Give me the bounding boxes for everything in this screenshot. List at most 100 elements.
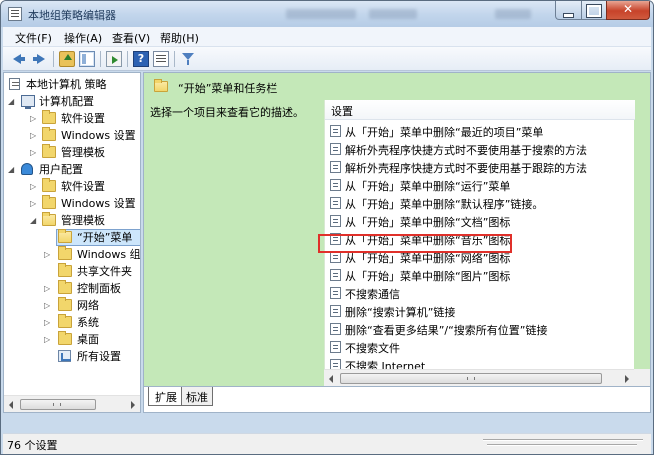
grip-icon <box>53 403 61 406</box>
blurred-region <box>369 9 417 19</box>
blurred-region <box>495 9 531 19</box>
expander-expanded-icon[interactable]: ◢ <box>8 93 18 110</box>
menu-action[interactable]: 操作(A) <box>64 30 102 46</box>
policy-setting-row[interactable]: 解析外壳程序快捷方式时不要使用基于搜索的方法 <box>325 140 635 158</box>
expander-collapsed-icon[interactable]: ▷ <box>44 280 54 297</box>
column-header-setting[interactable]: 设置 <box>325 100 635 120</box>
close-button[interactable]: ✕ <box>606 1 650 20</box>
policy-setting-label: 从「开始」菜单中删除“默认程序”链接。 <box>345 198 544 211</box>
policy-setting-row[interactable]: 删除“查看更多结果”/“搜索所有位置”链接 <box>325 320 635 338</box>
details-pane: “开始”菜单和任务栏 选择一个项目来查看它的描述。 设置 从「开始」菜单中删除“… <box>143 72 651 413</box>
toolbar-separator <box>53 51 54 67</box>
tree-item-start-menu[interactable]: “开始”菜单 <box>44 229 140 246</box>
up-folder-icon[interactable] <box>59 51 75 67</box>
user-icon <box>21 163 33 175</box>
scrollbar-thumb[interactable] <box>20 399 96 410</box>
toolbar-separator <box>100 51 101 67</box>
menu-help[interactable]: 帮助(H) <box>160 30 199 46</box>
scroll-right-icon[interactable] <box>131 401 135 409</box>
policy-setting-row[interactable]: 不搜索文件 <box>325 338 635 356</box>
toolbar-separator <box>174 51 175 67</box>
folder-icon <box>58 280 72 294</box>
policy-setting-row[interactable]: 删除“搜索计算机”链接 <box>325 302 635 320</box>
policy-setting-label: 删除“查看更多结果”/“搜索所有位置”链接 <box>345 324 548 337</box>
policy-setting-row[interactable]: 从「开始」菜单中删除“默认程序”链接。 <box>325 194 635 212</box>
folder-icon <box>42 195 56 209</box>
blurred-region <box>286 9 356 19</box>
policy-setting-row[interactable]: 不搜索通信 <box>325 284 635 302</box>
status-separator <box>487 444 637 446</box>
close-icon: ✕ <box>622 2 634 16</box>
menu-view[interactable]: 查看(V) <box>112 30 150 46</box>
folder-open-icon <box>154 79 168 92</box>
policy-setting-icon <box>330 323 341 335</box>
help-icon[interactable]: ? <box>133 51 149 67</box>
policy-setting-label: 不搜索文件 <box>345 342 400 355</box>
expander-collapsed-icon[interactable]: ▷ <box>30 144 40 161</box>
gpedit-window: 本地组策略编辑器 ✕ 文件(F) 操作(A) 查看(V) 帮助(H) ? 本地计… <box>0 0 654 455</box>
minimize-icon <box>556 8 581 21</box>
show-hide-tree-icon[interactable] <box>79 51 95 67</box>
folder-icon <box>58 331 72 345</box>
policy-setting-row[interactable]: 从「开始」菜单中删除“运行”菜单 <box>325 176 635 194</box>
folder-open-icon <box>42 212 56 226</box>
forward-arrow-icon[interactable] <box>31 51 47 67</box>
policy-setting-row[interactable]: 从「开始」菜单中删除“图片”图标 <box>325 266 635 284</box>
expander-collapsed-icon[interactable]: ▷ <box>44 314 54 331</box>
computer-icon <box>21 95 35 109</box>
details-body: 选择一个项目来查看它的描述。 设置 从「开始」菜单中删除“最近的项目”菜单 解析外… <box>144 100 650 409</box>
expander-expanded-icon[interactable]: ◢ <box>8 161 18 178</box>
menu-file[interactable]: 文件(F) <box>15 30 52 46</box>
folder-icon <box>42 178 56 192</box>
expander-collapsed-icon[interactable]: ▷ <box>30 127 40 144</box>
expander-collapsed-icon[interactable]: ▷ <box>44 297 54 314</box>
folder-icon <box>42 110 56 124</box>
list-horizontal-scrollbar[interactable] <box>324 369 634 386</box>
tab-standard[interactable]: 标准 <box>179 387 213 406</box>
expander-collapsed-icon[interactable]: ▷ <box>44 331 54 348</box>
minimize-button[interactable] <box>555 1 582 20</box>
policy-setting-icon <box>330 143 341 155</box>
scroll-right-icon[interactable] <box>625 375 629 383</box>
policy-setting-icon <box>330 197 341 209</box>
folder-open-icon <box>58 229 72 243</box>
policy-setting-icon <box>330 341 341 353</box>
expander-collapsed-icon[interactable]: ▷ <box>30 110 40 127</box>
folder-icon <box>42 144 56 158</box>
tree-horizontal-scrollbar[interactable] <box>4 395 140 412</box>
status-bar: 76 个设置 <box>3 433 651 454</box>
expander-collapsed-icon[interactable]: ▷ <box>30 178 40 195</box>
expander-expanded-icon[interactable]: ◢ <box>30 212 40 229</box>
scrollbar-corner <box>634 369 650 386</box>
status-separator <box>483 439 643 441</box>
details-title: “开始”菜单和任务栏 <box>178 82 278 95</box>
maximize-button[interactable] <box>581 1 607 20</box>
policy-setting-label: 解析外壳程序快捷方式时不要使用基于跟踪的方法 <box>345 162 587 175</box>
policy-setting-label: 从「开始」菜单中删除“文档”图标 <box>345 216 511 229</box>
tab-extended[interactable]: 扩展 <box>148 387 182 406</box>
folder-icon <box>58 263 72 277</box>
window-title: 本地组策略编辑器 <box>28 9 116 22</box>
properties-icon[interactable] <box>153 51 169 67</box>
scroll-left-icon[interactable] <box>9 401 13 409</box>
toolbar: ? <box>3 47 651 71</box>
title-bar[interactable]: 本地组策略编辑器 ✕ <box>1 1 653 27</box>
expander-collapsed-icon[interactable]: ▷ <box>30 195 40 212</box>
policy-setting-row[interactable]: 从「开始」菜单中删除“最近的项目”菜单 <box>325 122 635 140</box>
policy-setting-icon <box>330 161 341 173</box>
all-settings-icon <box>58 350 71 362</box>
expander-collapsed-icon[interactable]: ▷ <box>44 246 54 263</box>
policy-setting-icon <box>330 215 341 227</box>
policy-setting-row[interactable]: 解析外壳程序快捷方式时不要使用基于跟踪的方法 <box>325 158 635 176</box>
policy-doc-icon <box>9 78 20 90</box>
scroll-left-icon[interactable] <box>329 375 333 383</box>
maximize-icon <box>582 2 606 20</box>
policy-setting-row[interactable]: 从「开始」菜单中删除“文档”图标 <box>325 212 635 230</box>
folder-icon <box>42 127 56 141</box>
scrollbar-thumb[interactable] <box>340 373 602 384</box>
policy-setting-label: 解析外壳程序快捷方式时不要使用基于搜索的方法 <box>345 144 587 157</box>
filter-icon[interactable] <box>180 51 196 67</box>
policy-setting-icon <box>330 125 341 137</box>
export-list-icon[interactable] <box>106 51 122 67</box>
back-arrow-icon[interactable] <box>11 51 27 67</box>
